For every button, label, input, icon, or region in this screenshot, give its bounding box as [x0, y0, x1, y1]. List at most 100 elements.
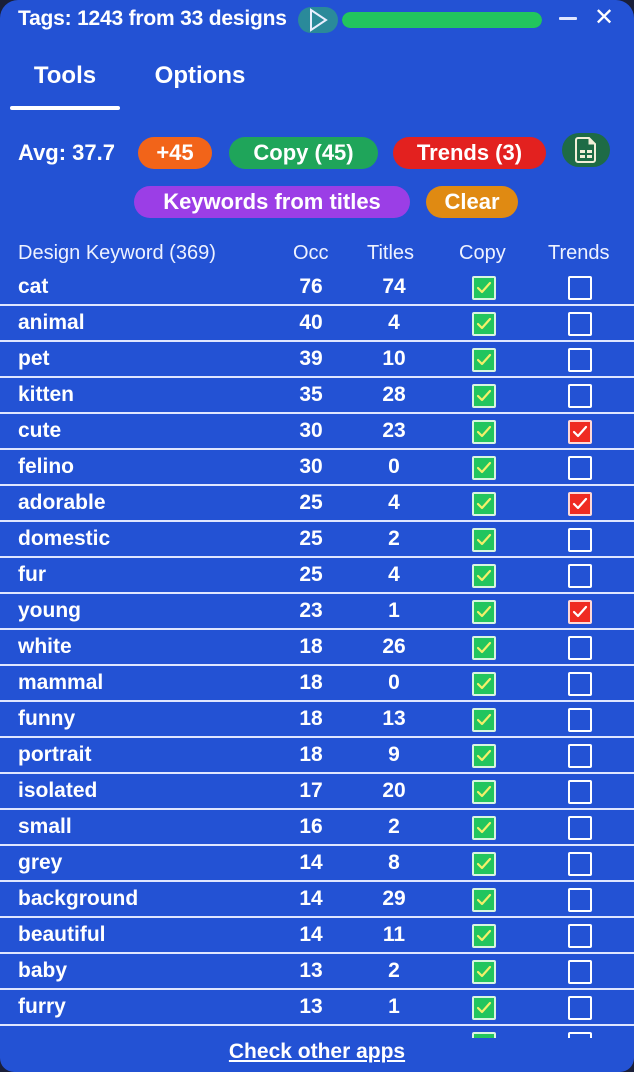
close-button[interactable]: ✕ — [590, 4, 618, 32]
trends-button[interactable]: Trends (3) — [393, 137, 546, 169]
keyword-cell: white — [18, 635, 72, 658]
trends-checkbox[interactable] — [568, 564, 592, 588]
keyword-cell: funny — [18, 707, 76, 730]
trends-checkbox[interactable] — [568, 780, 592, 804]
keyword-cell: domestic — [18, 527, 111, 550]
copy-checkbox[interactable] — [472, 384, 496, 408]
occ-cell: 40 — [299, 311, 323, 334]
titles-cell: 28 — [382, 383, 406, 406]
titles-cell: 13 — [382, 707, 406, 730]
trends-checkbox[interactable] — [568, 816, 592, 840]
trends-checkbox[interactable] — [568, 492, 592, 516]
trends-checkbox[interactable] — [568, 348, 592, 372]
copy-checkbox[interactable] — [472, 888, 496, 912]
clear-button[interactable]: Clear — [426, 186, 518, 218]
trends-checkbox[interactable] — [568, 1032, 592, 1038]
check-other-apps-link[interactable]: Check other apps — [0, 1040, 634, 1068]
copy-checkbox[interactable] — [472, 852, 496, 876]
table-row: felino 30 0 — [0, 450, 634, 486]
minimize-icon — [559, 16, 577, 20]
trends-checkbox[interactable] — [568, 672, 592, 696]
titles-cell: 4 — [388, 491, 400, 514]
table-row — [0, 1026, 634, 1038]
header-trends[interactable]: Trends — [548, 242, 610, 265]
titles-cell: 1 — [388, 599, 400, 622]
titles-cell: 29 — [382, 887, 406, 910]
keyword-table: cat 76 74 animal 40 4 pet 39 10 kitten 35 28 cute 30 2… — [0, 270, 634, 1038]
play-button[interactable] — [298, 7, 338, 33]
titles-cell: 0 — [388, 671, 400, 694]
copy-checkbox[interactable] — [472, 420, 496, 444]
trends-checkbox[interactable] — [568, 276, 592, 300]
copy-checkbox[interactable] — [472, 996, 496, 1020]
table-row: domestic 25 2 — [0, 522, 634, 558]
table-row: portrait 18 9 — [0, 738, 634, 774]
copy-checkbox[interactable] — [472, 780, 496, 804]
titles-cell: 26 — [382, 635, 406, 658]
keyword-cell: young — [18, 599, 81, 622]
trends-checkbox[interactable] — [568, 888, 592, 912]
header-titles[interactable]: Titles — [367, 242, 414, 265]
trends-checkbox[interactable] — [568, 744, 592, 768]
trends-checkbox[interactable] — [568, 528, 592, 552]
tab-tools[interactable]: Tools — [10, 56, 120, 110]
titles-cell: 4 — [388, 563, 400, 586]
table-row: young 23 1 — [0, 594, 634, 630]
copy-checkbox[interactable] — [472, 564, 496, 588]
titles-cell: 9 — [388, 743, 400, 766]
copy-checkbox[interactable] — [472, 744, 496, 768]
copy-checkbox[interactable] — [472, 312, 496, 336]
copy-checkbox[interactable] — [472, 1032, 496, 1038]
copy-checkbox[interactable] — [472, 708, 496, 732]
trends-checkbox[interactable] — [568, 456, 592, 480]
keyword-cell: fur — [18, 563, 46, 586]
trends-checkbox[interactable] — [568, 960, 592, 984]
copy-checkbox[interactable] — [472, 816, 496, 840]
keyword-cell: background — [18, 887, 139, 910]
header-keyword[interactable]: Design Keyword (369) — [18, 242, 216, 265]
trends-checkbox[interactable] — [568, 996, 592, 1020]
trends-checkbox[interactable] — [568, 708, 592, 732]
copy-checkbox[interactable] — [472, 924, 496, 948]
trends-checkbox[interactable] — [568, 924, 592, 948]
keyword-cell: small — [18, 815, 72, 838]
table-row: furry 13 1 — [0, 990, 634, 1026]
titles-cell: 11 — [382, 923, 406, 946]
copy-checkbox[interactable] — [472, 276, 496, 300]
occ-cell: 18 — [299, 635, 323, 658]
table-row: kitten 35 28 — [0, 378, 634, 414]
copy-checkbox[interactable] — [472, 960, 496, 984]
header-copy[interactable]: Copy — [459, 242, 506, 265]
copy-checkbox[interactable] — [472, 600, 496, 624]
export-sheet-button[interactable] — [562, 133, 610, 167]
occ-cell: 30 — [299, 455, 323, 478]
header-occ[interactable]: Occ — [293, 242, 329, 265]
table-row: background 14 29 — [0, 882, 634, 918]
copy-checkbox[interactable] — [472, 348, 496, 372]
occ-cell: 25 — [299, 491, 323, 514]
copy-checkbox[interactable] — [472, 672, 496, 696]
trends-checkbox[interactable] — [568, 852, 592, 876]
titles-cell: 23 — [382, 419, 406, 442]
occ-cell: 13 — [299, 959, 323, 982]
tab-options[interactable]: Options — [138, 56, 262, 108]
copy-checkbox[interactable] — [472, 528, 496, 552]
trends-checkbox[interactable] — [568, 636, 592, 660]
copy-button[interactable]: Copy (45) — [229, 137, 378, 169]
keywords-from-titles-button[interactable]: Keywords from titles — [134, 186, 410, 218]
copy-checkbox[interactable] — [472, 636, 496, 660]
keyword-cell: isolated — [18, 779, 98, 802]
trends-checkbox[interactable] — [568, 384, 592, 408]
titles-cell: 4 — [388, 311, 400, 334]
table-row: cat 76 74 — [0, 270, 634, 306]
trends-checkbox[interactable] — [568, 600, 592, 624]
occ-cell: 14 — [299, 887, 323, 910]
spreadsheet-icon — [575, 137, 596, 163]
trends-checkbox[interactable] — [568, 312, 592, 336]
copy-checkbox[interactable] — [472, 456, 496, 480]
trends-checkbox[interactable] — [568, 420, 592, 444]
table-row: grey 14 8 — [0, 846, 634, 882]
minimize-button[interactable] — [558, 12, 578, 24]
copy-checkbox[interactable] — [472, 492, 496, 516]
add-count-button[interactable]: +45 — [138, 137, 212, 169]
